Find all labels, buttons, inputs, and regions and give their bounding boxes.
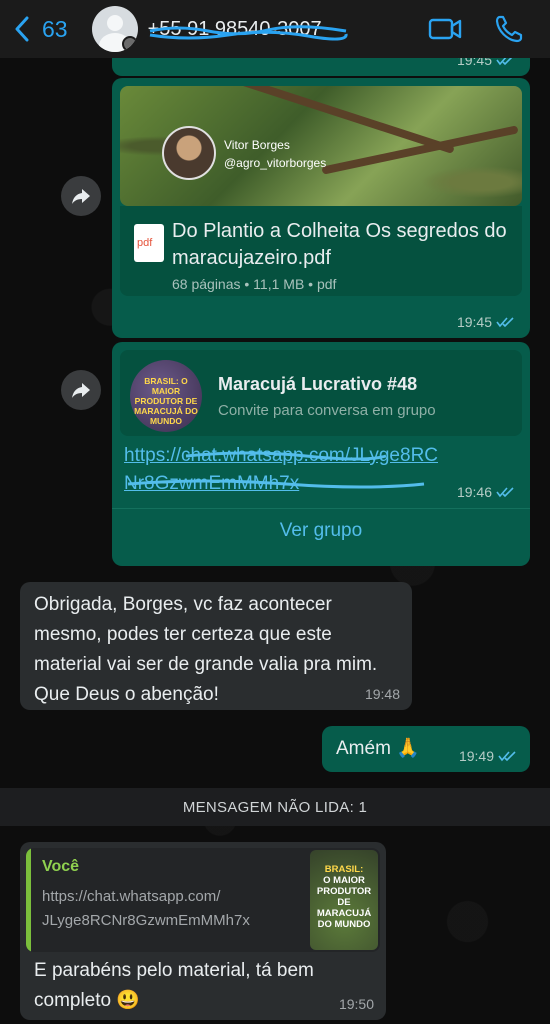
document-meta: 68 páginas • 11,1 MB • pdf	[172, 276, 337, 292]
incoming-reply-message[interactable]: Você https://chat.whatsapp.com/ JLyge8RC…	[20, 842, 386, 1020]
message-time: 19:46	[457, 484, 516, 500]
group-invite-message[interactable]: BRASIL: O MAIOR PRODUTOR DE MARACUJÁ DO …	[112, 342, 530, 566]
forward-button[interactable]	[61, 370, 101, 410]
message-text: E parabéns pelo material, tá bem complet…	[34, 960, 314, 1011]
document-message[interactable]: Vitor Borges @agro_vitorborges pdf Do Pl…	[112, 78, 530, 338]
status-badge-icon	[121, 36, 138, 52]
forward-icon	[72, 383, 90, 398]
author-name: Vitor Borges	[224, 138, 290, 152]
quote-thumbnail: BRASIL: O MAIOR PRODUTOR DE MARACUJÁ DO M…	[310, 850, 378, 950]
unread-messages-divider: MENSAGEM NÃO LIDA: 1	[0, 788, 550, 826]
incoming-message[interactable]: Obrigada, Borges, vc faz acontecer mesmo…	[20, 582, 412, 710]
group-invite-card[interactable]: BRASIL: O MAIOR PRODUTOR DE MARACUJÁ DO …	[120, 350, 522, 436]
document-info[interactable]: pdf Do Plantio a Colheita Os segredos do…	[120, 206, 522, 296]
outgoing-message[interactable]: Amém 🙏 19:49	[322, 726, 530, 772]
message-text: Obrigada, Borges, vc faz acontecer mesmo…	[34, 594, 378, 705]
unread-count: 63	[42, 15, 68, 42]
contact-name[interactable]: +55 91 98540-3007	[148, 18, 348, 41]
divider	[112, 508, 530, 509]
group-name: Maracujá Lucrativo #48	[218, 374, 418, 394]
pdf-file-icon: pdf	[134, 224, 164, 262]
back-button[interactable]: 63	[14, 16, 68, 43]
invite-link[interactable]: https://chat.whatsapp.com/JLyge8RCNr8Gzw…	[124, 442, 444, 498]
read-ticks-icon	[498, 751, 516, 762]
forward-icon	[72, 189, 90, 204]
message-time: 19:49	[459, 748, 518, 764]
message-time: 19:50	[338, 996, 374, 1012]
avatar[interactable]	[91, 6, 138, 52]
document-title: Do Plantio a Colheita Os segredos do mar…	[172, 220, 507, 269]
view-group-button[interactable]: Ver grupo	[112, 520, 530, 542]
author-photo	[162, 126, 216, 180]
message-time: 19:45	[457, 314, 516, 330]
read-ticks-icon	[496, 317, 514, 328]
chat-header: 63 +55 91 98540-3007	[0, 0, 550, 58]
quote-text: https://chat.whatsapp.com/	[42, 888, 221, 905]
message-text: Amém 🙏	[336, 738, 420, 759]
message-time: 19:48	[364, 686, 400, 702]
document-thumbnail[interactable]: Vitor Borges @agro_vitorborges	[120, 86, 522, 206]
quote-text: JLyge8RCNr8GzwmEmMMh7x	[42, 912, 250, 929]
read-ticks-icon	[496, 487, 514, 498]
phone-icon[interactable]	[492, 14, 526, 44]
group-photo: BRASIL: O MAIOR PRODUTOR DE MARACUJÁ DO …	[130, 360, 202, 432]
video-call-icon[interactable]	[428, 14, 462, 44]
quoted-message[interactable]: Você https://chat.whatsapp.com/ JLyge8RC…	[26, 848, 380, 952]
group-invite-subtitle: Convite para conversa em grupo	[218, 402, 436, 419]
back-chevron-icon	[15, 16, 29, 42]
quote-author: Você	[42, 858, 80, 875]
quote-accent-bar	[26, 848, 31, 952]
forward-button[interactable]	[61, 176, 101, 216]
author-handle: @agro_vitorborges	[224, 156, 327, 170]
